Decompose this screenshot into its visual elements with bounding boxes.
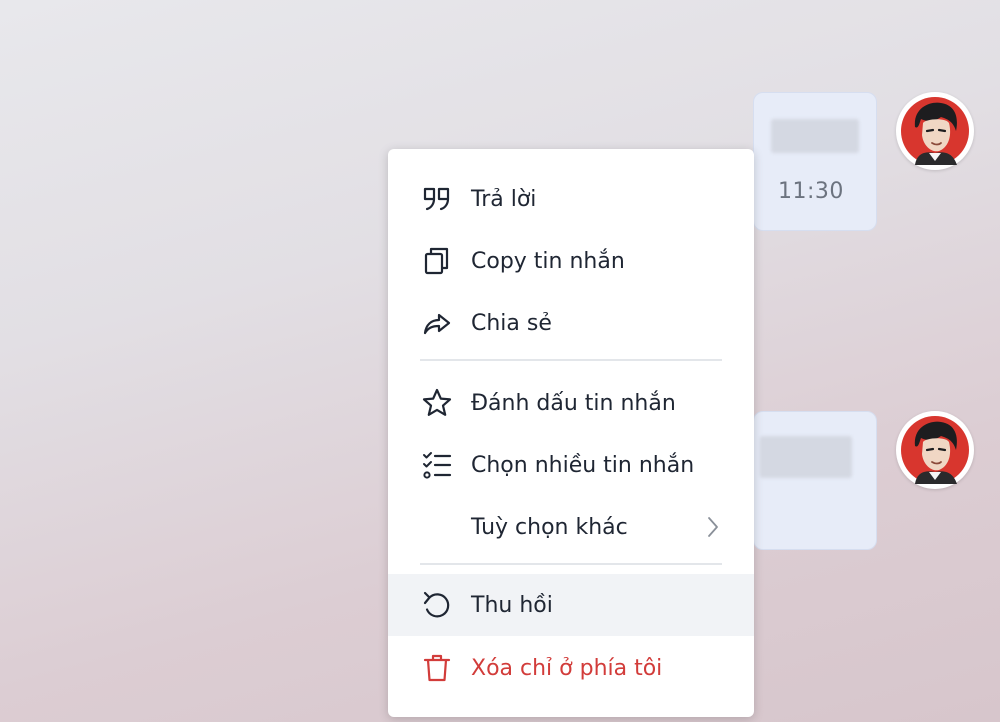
menu-item-delete-for-me[interactable]: Xóa chỉ ở phía tôi: [388, 637, 754, 699]
avatar[interactable]: [896, 411, 974, 489]
blurred-message-text: [760, 436, 852, 478]
copy-icon: [424, 247, 449, 275]
message-time: 11:30: [778, 179, 844, 204]
menu-item-mark-message[interactable]: Đánh dấu tin nhắn: [388, 372, 754, 434]
message-bubble[interactable]: 11:30: [753, 92, 877, 231]
share-icon: [423, 313, 451, 335]
avatar[interactable]: [896, 92, 974, 170]
message-context-menu: Trả lời Copy tin nhắn Chia sẻ Đánh dấu t…: [388, 149, 754, 717]
menu-item-label: Tuỳ chọn khác: [471, 514, 628, 540]
menu-item-label: Xóa chỉ ở phía tôi: [471, 655, 663, 681]
trash-icon: [423, 654, 451, 682]
menu-item-label: Chọn nhiều tin nhắn: [471, 452, 695, 478]
avatar-image: [901, 97, 969, 165]
star-icon: [422, 388, 452, 416]
message-bubble[interactable]: [753, 411, 877, 550]
chevron-right-icon: [708, 517, 718, 537]
undo-icon: [423, 591, 450, 618]
menu-item-reply[interactable]: Trả lời: [388, 168, 754, 230]
menu-item-recall[interactable]: Thu hồi: [388, 574, 754, 636]
menu-item-more-options[interactable]: Tuỳ chọn khác: [388, 496, 754, 558]
menu-divider: [420, 563, 722, 565]
blurred-message-text: [771, 119, 859, 153]
checklist-icon: [423, 452, 452, 479]
menu-divider: [420, 359, 722, 361]
menu-item-label: Đánh dấu tin nhắn: [471, 390, 676, 416]
menu-item-label: Chia sẻ: [471, 310, 552, 336]
menu-item-copy-message[interactable]: Copy tin nhắn: [388, 230, 754, 292]
menu-item-select-multiple[interactable]: Chọn nhiều tin nhắn: [388, 434, 754, 496]
menu-item-label: Copy tin nhắn: [471, 248, 625, 274]
menu-item-share[interactable]: Chia sẻ: [388, 292, 754, 354]
menu-item-label: Trả lời: [471, 186, 537, 212]
avatar-image: [901, 416, 969, 484]
quote-icon: [423, 187, 450, 211]
menu-item-label: Thu hồi: [471, 592, 553, 618]
